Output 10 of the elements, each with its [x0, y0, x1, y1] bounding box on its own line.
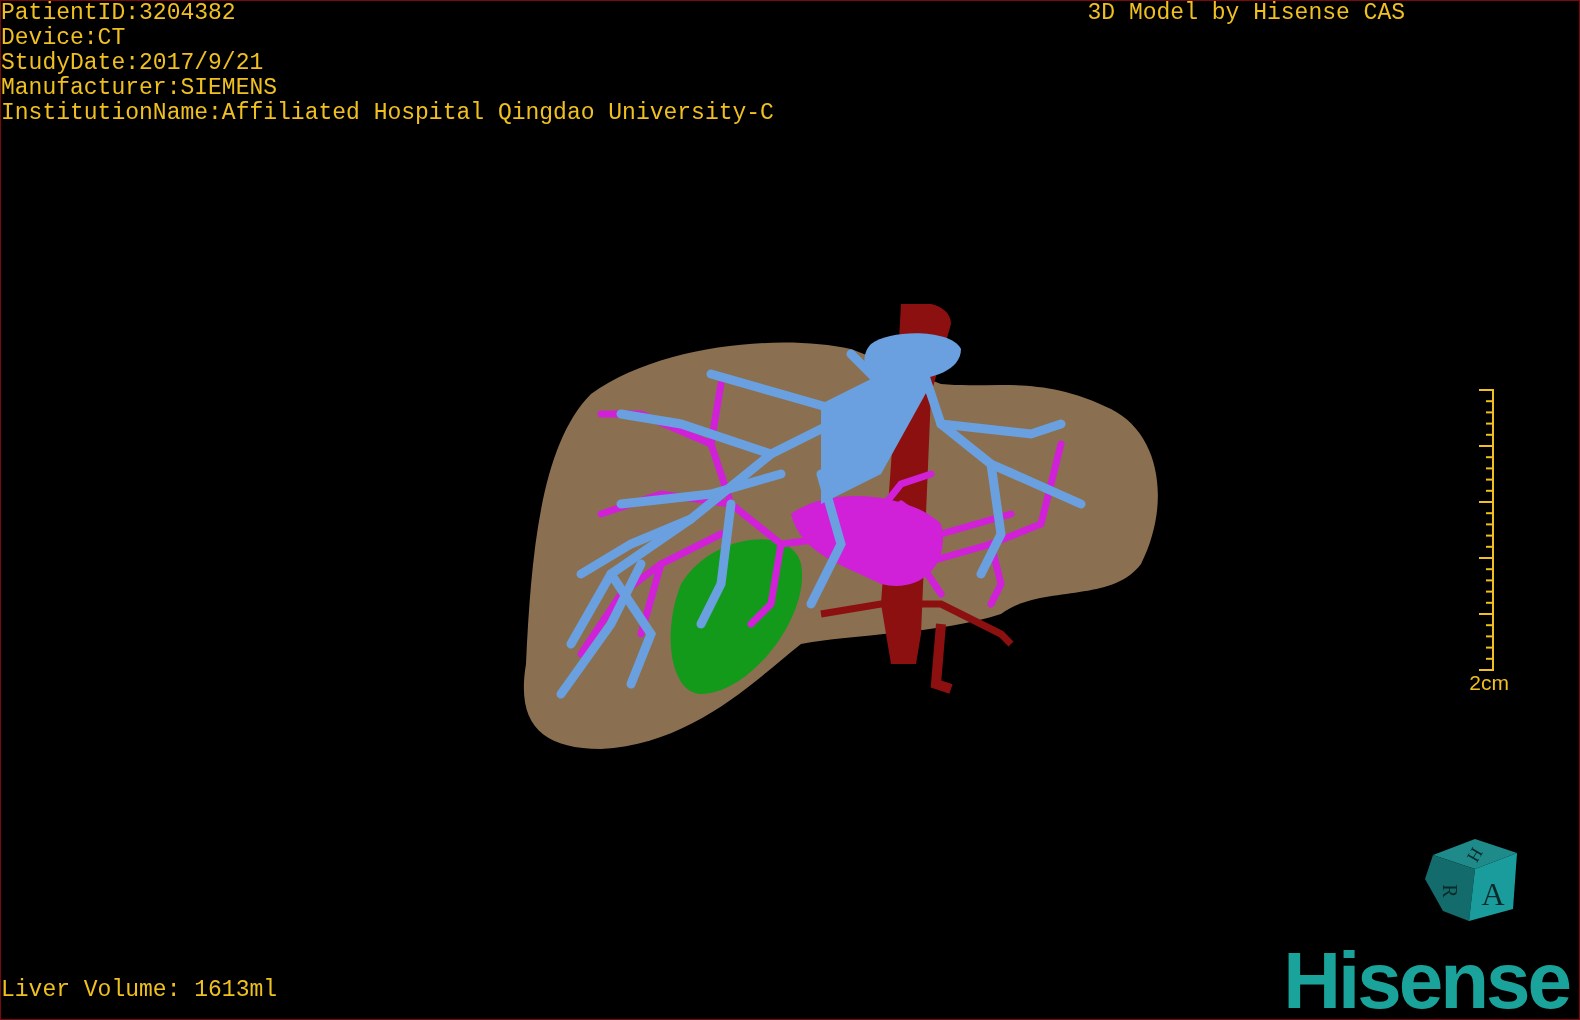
liver-volume-text: Liver Volume: 1613ml [1, 978, 278, 1003]
study-info-text: Manufacturer:SIEMENS [1, 76, 279, 101]
hisense-logo: Hisense [1283, 943, 1571, 1019]
scale-bar-icon [1479, 389, 1495, 671]
study-info-text: InstitutionName:Affiliated Hospital Qingdao University-C [1, 101, 774, 126]
study-info-text: StudyDate:2017/9/21 [1, 51, 265, 76]
study-info-text: PatientID:3204382 [1, 1, 237, 26]
viewer-title: 3D Model by Hisense CAS [1087, 1, 1405, 28]
study-info-text: Device:CT [1, 26, 127, 51]
scale-label: 2cm [1469, 671, 1509, 695]
